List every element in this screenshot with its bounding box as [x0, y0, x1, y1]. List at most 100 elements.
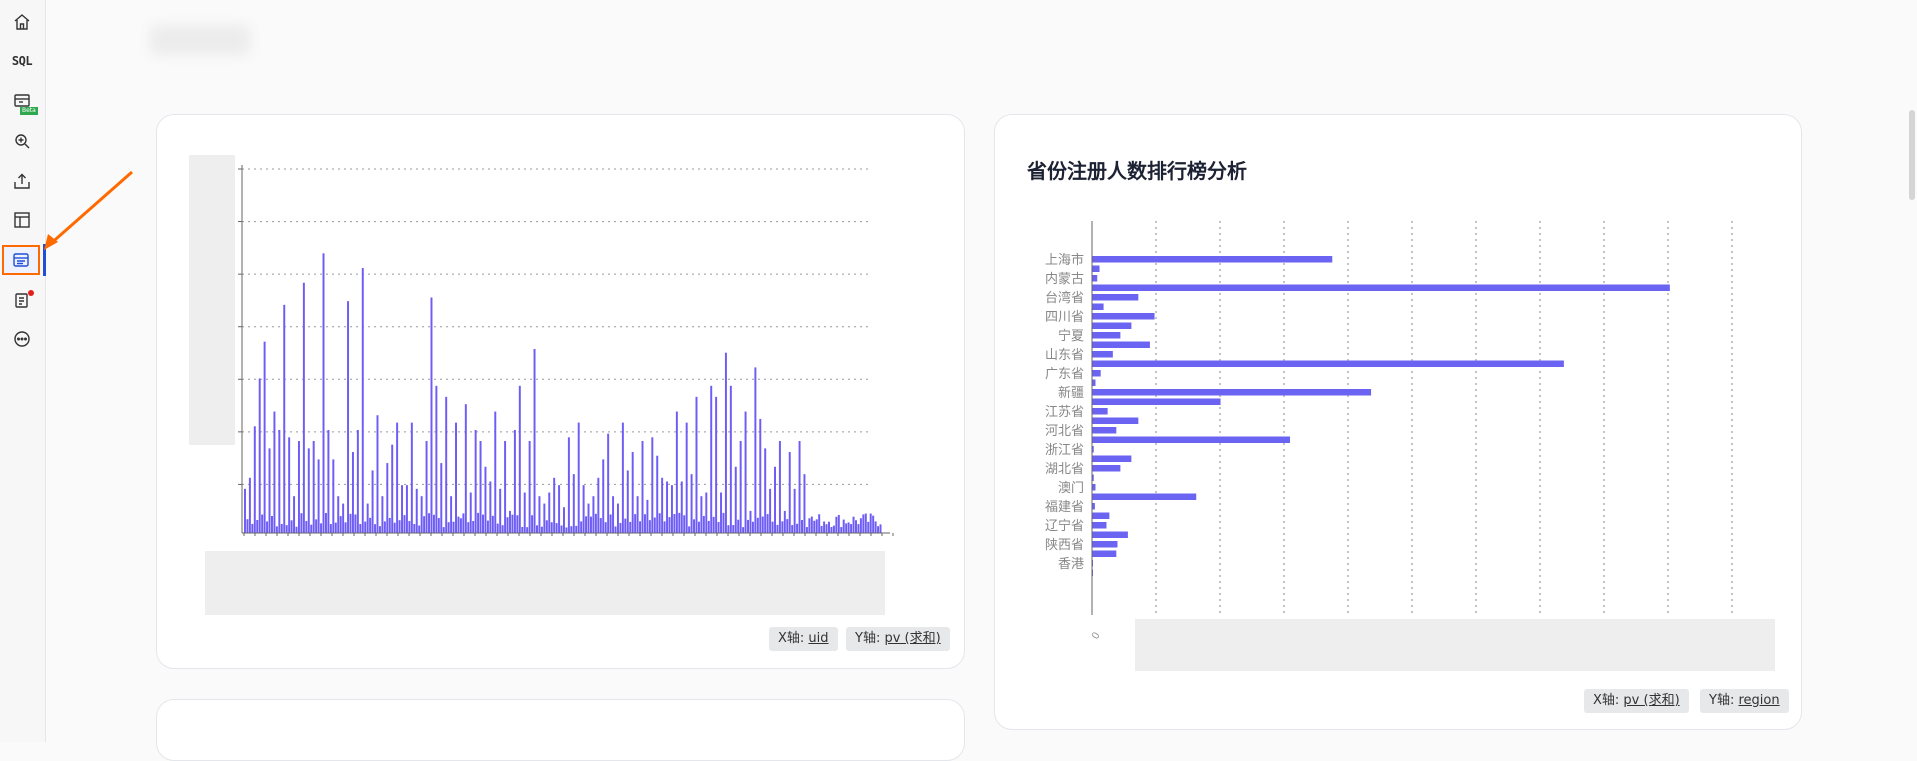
bar[interactable] — [577, 422, 580, 533]
bar[interactable] — [837, 514, 840, 533]
bar[interactable] — [312, 441, 315, 533]
bar[interactable] — [295, 526, 298, 533]
bar[interactable] — [823, 521, 826, 533]
bar[interactable] — [506, 517, 509, 533]
bar[interactable] — [700, 496, 703, 533]
bar[interactable] — [1092, 332, 1121, 339]
bar[interactable] — [447, 522, 450, 533]
bar[interactable] — [307, 448, 310, 533]
bar[interactable] — [874, 521, 877, 533]
bar[interactable] — [727, 525, 730, 533]
bar[interactable] — [455, 422, 457, 533]
bar[interactable] — [364, 521, 367, 533]
bar[interactable] — [796, 523, 799, 533]
bar[interactable] — [580, 521, 583, 533]
bar[interactable] — [845, 523, 848, 533]
bar[interactable] — [585, 516, 588, 533]
bar[interactable] — [867, 521, 870, 533]
bar[interactable] — [661, 477, 664, 533]
bar[interactable] — [720, 492, 723, 533]
bar[interactable] — [675, 411, 678, 533]
bar[interactable] — [862, 514, 865, 533]
bar[interactable] — [764, 448, 767, 533]
bar[interactable] — [744, 411, 747, 533]
bar[interactable] — [1092, 550, 1117, 558]
bar[interactable] — [818, 514, 821, 533]
bar[interactable] — [359, 524, 362, 533]
bar[interactable] — [1092, 408, 1108, 415]
bar[interactable] — [366, 503, 369, 533]
bar[interactable] — [371, 470, 374, 533]
bar[interactable] — [626, 470, 629, 533]
bar[interactable] — [877, 526, 880, 533]
bar[interactable] — [747, 519, 750, 533]
bar[interactable] — [850, 524, 853, 533]
bar[interactable] — [749, 510, 752, 533]
bar[interactable] — [705, 492, 708, 533]
bar[interactable] — [587, 503, 590, 533]
bar[interactable] — [754, 367, 757, 533]
bar[interactable] — [582, 485, 585, 533]
bar[interactable] — [310, 524, 313, 533]
bar[interactable] — [636, 496, 639, 533]
bar[interactable] — [639, 521, 642, 533]
bar[interactable] — [621, 422, 624, 533]
bar[interactable] — [1092, 313, 1155, 320]
bar[interactable] — [518, 385, 521, 533]
bar[interactable] — [751, 521, 754, 533]
bar[interactable] — [280, 524, 283, 533]
bar[interactable] — [516, 515, 519, 533]
bar[interactable] — [791, 525, 794, 533]
bar[interactable] — [563, 507, 565, 533]
bar[interactable] — [486, 520, 489, 533]
bar[interactable] — [732, 524, 735, 533]
bar[interactable] — [1092, 427, 1117, 434]
bar[interactable] — [278, 429, 281, 533]
bar[interactable] — [690, 474, 693, 533]
bar[interactable] — [420, 496, 423, 533]
bar[interactable] — [788, 452, 791, 533]
y-axis-field-tag[interactable]: Y轴: pv (求和) — [846, 627, 950, 651]
bar[interactable] — [432, 514, 435, 533]
bar[interactable] — [342, 503, 345, 533]
bar[interactable] — [729, 385, 732, 533]
bar[interactable] — [452, 521, 455, 533]
bar[interactable] — [781, 521, 784, 533]
bar[interactable] — [798, 441, 801, 533]
bar[interactable] — [408, 521, 411, 533]
bar[interactable] — [349, 513, 352, 533]
bar[interactable] — [651, 437, 654, 533]
bar[interactable] — [756, 517, 759, 533]
bar[interactable] — [320, 523, 323, 533]
bar[interactable] — [607, 433, 610, 533]
x-axis-field-tag[interactable]: X轴: uid — [769, 627, 838, 651]
bar[interactable] — [469, 492, 472, 533]
bar[interactable] — [567, 437, 570, 533]
bar[interactable] — [712, 516, 715, 533]
bar[interactable] — [386, 463, 389, 533]
bar[interactable] — [801, 519, 803, 533]
bar[interactable] — [810, 516, 813, 533]
bar[interactable] — [668, 517, 671, 533]
bar[interactable] — [670, 485, 673, 533]
y-axis-field-tag[interactable]: Y轴: region — [1700, 689, 1789, 713]
bar[interactable] — [494, 411, 497, 533]
bar[interactable] — [418, 525, 421, 533]
bar[interactable] — [1092, 436, 1291, 444]
bar[interactable] — [840, 527, 843, 533]
bar[interactable] — [300, 513, 303, 533]
bar[interactable] — [1092, 322, 1132, 330]
upload-icon[interactable] — [10, 169, 34, 193]
bar[interactable] — [778, 441, 781, 533]
bar[interactable] — [501, 525, 504, 533]
bar[interactable] — [511, 514, 514, 533]
bar[interactable] — [1092, 275, 1098, 282]
bar[interactable] — [1092, 484, 1096, 491]
bar[interactable] — [290, 520, 293, 533]
bar[interactable] — [388, 517, 391, 533]
bar[interactable] — [1092, 512, 1110, 520]
home-icon[interactable] — [10, 10, 34, 34]
bar[interactable] — [570, 526, 573, 533]
bar[interactable] — [285, 525, 288, 533]
page-scrollbar[interactable] — [1909, 110, 1915, 200]
